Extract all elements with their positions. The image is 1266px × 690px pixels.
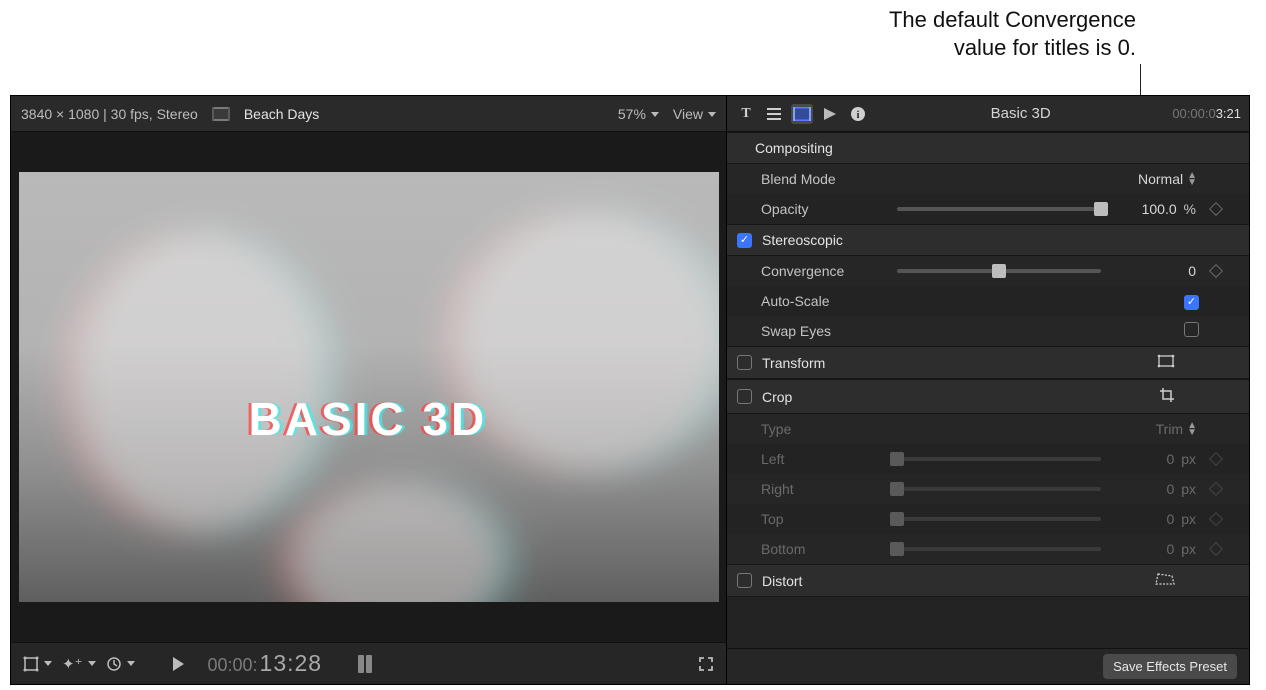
row-opacity: Opacity 100.0 % xyxy=(727,194,1249,224)
inspector-timecode: 00:00:03:21 xyxy=(1172,106,1241,121)
viewer-resolution-info: 3840 × 1080 | 30 fps, Stereo xyxy=(21,106,198,122)
row-crop-right: Right 0 px xyxy=(727,474,1249,504)
viewer-canvas-area[interactable]: BASIC 3D xyxy=(11,132,726,642)
transport-timecode[interactable]: 00:00:13:28 xyxy=(208,650,323,677)
fullscreen-button[interactable] xyxy=(698,656,714,672)
row-crop-bottom: Bottom 0 px xyxy=(727,534,1249,564)
section-distort-label: Distort xyxy=(762,573,802,589)
save-effects-preset-button[interactable]: Save Effects Preset xyxy=(1103,654,1237,679)
inspector-title: Basic 3D xyxy=(875,105,1166,122)
play-button[interactable] xyxy=(173,657,184,671)
audio-meter-icon[interactable] xyxy=(358,655,372,673)
transform-onscreen-icon[interactable] xyxy=(1157,354,1175,371)
paragraph-inspector-tab[interactable] xyxy=(763,104,785,124)
view-menu[interactable]: View xyxy=(673,106,716,122)
section-crop[interactable]: Crop xyxy=(727,379,1249,414)
distort-checkbox[interactable] xyxy=(737,573,752,588)
section-crop-label: Crop xyxy=(762,389,792,405)
filmstrip-icon[interactable] xyxy=(212,107,230,121)
stereoscopic-checkbox[interactable] xyxy=(737,233,752,248)
inspector-body: Compositing Blend Mode Normal ▲▼ Opacity… xyxy=(727,132,1249,648)
crop-bottom-value[interactable]: 0 px xyxy=(1109,541,1199,557)
crop-type-label: Type xyxy=(761,421,889,437)
section-stereoscopic-label: Stereoscopic xyxy=(762,232,843,248)
row-crop-left: Left 0 px xyxy=(727,444,1249,474)
title-overlay-text: BASIC 3D xyxy=(249,392,488,446)
swap-eyes-checkbox[interactable] xyxy=(1184,322,1199,337)
crop-top-keyframe[interactable] xyxy=(1209,512,1223,526)
info-inspector-tab[interactable]: i xyxy=(847,104,869,124)
swap-eyes-label: Swap Eyes xyxy=(761,323,889,339)
section-compositing-label: Compositing xyxy=(755,140,833,156)
crop-bottom-slider[interactable] xyxy=(897,547,1101,551)
annotation-line1: The default Convergence xyxy=(889,6,1136,34)
inspector-header: T i Basic 3D 00:00:03:21 xyxy=(727,96,1249,132)
text-inspector-tab[interactable]: T xyxy=(735,104,757,124)
crop-checkbox[interactable] xyxy=(737,389,752,404)
crop-bottom-keyframe[interactable] xyxy=(1209,542,1223,556)
annotation-line2: value for titles is 0. xyxy=(889,34,1136,62)
crop-right-label: Right xyxy=(761,481,889,497)
crop-left-slider[interactable] xyxy=(897,457,1101,461)
annotation-caption: The default Convergence value for titles… xyxy=(889,6,1136,61)
opacity-value[interactable]: 100.0 % xyxy=(1109,201,1199,217)
inspector-panel: T i Basic 3D 00:00:03:21 Compositing xyxy=(727,96,1249,684)
viewer-canvas: BASIC 3D xyxy=(19,172,719,602)
row-auto-scale: Auto-Scale xyxy=(727,286,1249,316)
crop-top-label: Top xyxy=(761,511,889,527)
blend-mode-select[interactable]: Normal ▲▼ xyxy=(1109,171,1199,187)
video-inspector-tab[interactable] xyxy=(791,104,813,124)
transform-checkbox[interactable] xyxy=(737,355,752,370)
auto-scale-checkbox[interactable] xyxy=(1184,295,1199,310)
row-crop-type: Type Trim ▲▼ xyxy=(727,414,1249,444)
convergence-label: Convergence xyxy=(761,263,889,279)
transport-bar: ✦⁺ 00:00:13:28 xyxy=(11,642,726,684)
app-window: 3840 × 1080 | 30 fps, Stereo Beach Days … xyxy=(10,95,1250,685)
convergence-keyframe[interactable] xyxy=(1209,264,1223,278)
crop-right-slider[interactable] xyxy=(897,487,1101,491)
viewer-topbar: 3840 × 1080 | 30 fps, Stereo Beach Days … xyxy=(11,96,726,132)
crop-top-slider[interactable] xyxy=(897,517,1101,521)
crop-right-keyframe[interactable] xyxy=(1209,482,1223,496)
row-crop-top: Top 0 px xyxy=(727,504,1249,534)
section-stereoscopic[interactable]: Stereoscopic xyxy=(727,224,1249,256)
crop-type-select[interactable]: Trim ▲▼ xyxy=(1109,421,1199,437)
crop-top-value[interactable]: 0 px xyxy=(1109,511,1199,527)
row-convergence: Convergence 0 xyxy=(727,256,1249,286)
distort-onscreen-icon[interactable] xyxy=(1155,572,1175,589)
transform-tool-menu[interactable] xyxy=(23,656,52,672)
opacity-slider[interactable] xyxy=(897,207,1101,211)
crop-left-label: Left xyxy=(761,451,889,467)
zoom-menu[interactable]: 57% xyxy=(618,106,659,122)
blend-mode-label: Blend Mode xyxy=(761,171,889,187)
crop-right-value[interactable]: 0 px xyxy=(1109,481,1199,497)
convergence-value[interactable]: 0 xyxy=(1109,263,1199,279)
inspector-footer: Save Effects Preset xyxy=(727,648,1249,684)
crop-bottom-label: Bottom xyxy=(761,541,889,557)
retime-tool-menu[interactable] xyxy=(106,656,135,672)
clip-name: Beach Days xyxy=(244,106,319,122)
row-blend-mode: Blend Mode Normal ▲▼ xyxy=(727,164,1249,194)
auto-scale-label: Auto-Scale xyxy=(761,293,889,309)
enhance-tool-menu[interactable]: ✦⁺ xyxy=(62,655,96,673)
section-distort[interactable]: Distort xyxy=(727,564,1249,597)
crop-left-keyframe[interactable] xyxy=(1209,452,1223,466)
crop-onscreen-icon[interactable] xyxy=(1159,387,1175,406)
section-compositing[interactable]: Compositing xyxy=(727,132,1249,164)
section-transform[interactable]: Transform xyxy=(727,346,1249,379)
opacity-keyframe[interactable] xyxy=(1209,202,1223,216)
opacity-label: Opacity xyxy=(761,201,889,217)
section-transform-label: Transform xyxy=(762,355,825,371)
svg-text:i: i xyxy=(856,109,859,121)
row-swap-eyes: Swap Eyes xyxy=(727,316,1249,346)
crop-left-value[interactable]: 0 px xyxy=(1109,451,1199,467)
convergence-slider[interactable] xyxy=(897,269,1101,273)
generator-inspector-tab[interactable] xyxy=(819,104,841,124)
viewer-panel: 3840 × 1080 | 30 fps, Stereo Beach Days … xyxy=(11,96,727,684)
